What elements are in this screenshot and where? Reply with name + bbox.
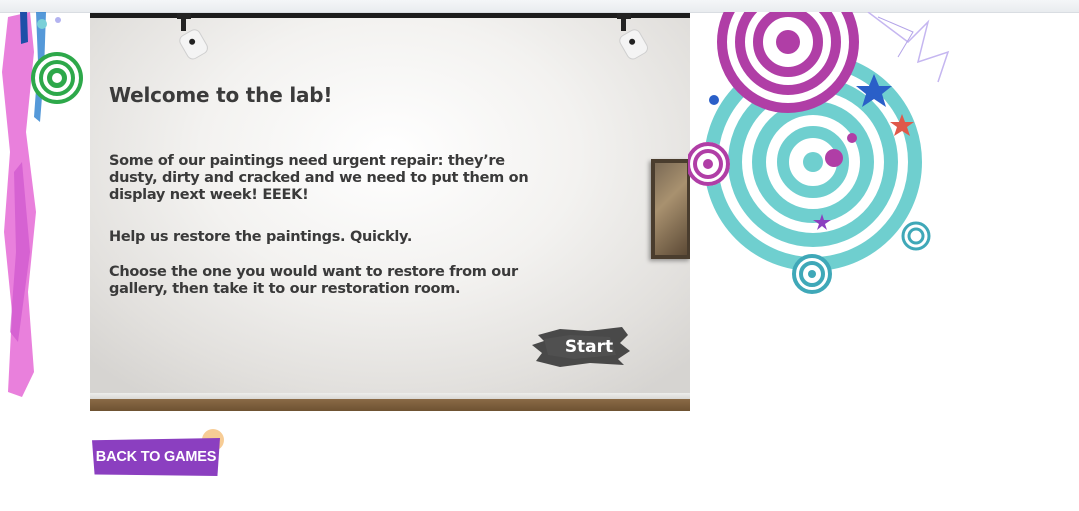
start-button[interactable]: Start [530,325,632,369]
back-to-games-button[interactable]: BACK TO GAMES [92,429,224,478]
intro-paragraph: Help us restore the paintings. Quickly. [109,229,413,245]
spotlight-icon [177,13,208,60]
swirl-decoration [688,12,950,294]
wooden-floor [90,399,690,411]
start-button-label: Start [564,337,614,357]
intro-paragraph: Choose the one you would want to restore… [109,264,518,297]
intro-paragraph: Some of our paintings need urgent repair… [109,153,529,203]
paint-splash-decoration [2,12,83,397]
swirl-ball-decoration [31,52,83,104]
gallery-painting [651,159,690,259]
game-page: Welcome to the lab! Some of our painting… [0,0,1079,511]
game-stage: Welcome to the lab! Some of our painting… [90,13,690,411]
back-to-games-label: BACK TO GAMES [95,449,217,465]
spotlight-icon [617,13,648,60]
welcome-title: Welcome to the lab! [109,83,333,107]
